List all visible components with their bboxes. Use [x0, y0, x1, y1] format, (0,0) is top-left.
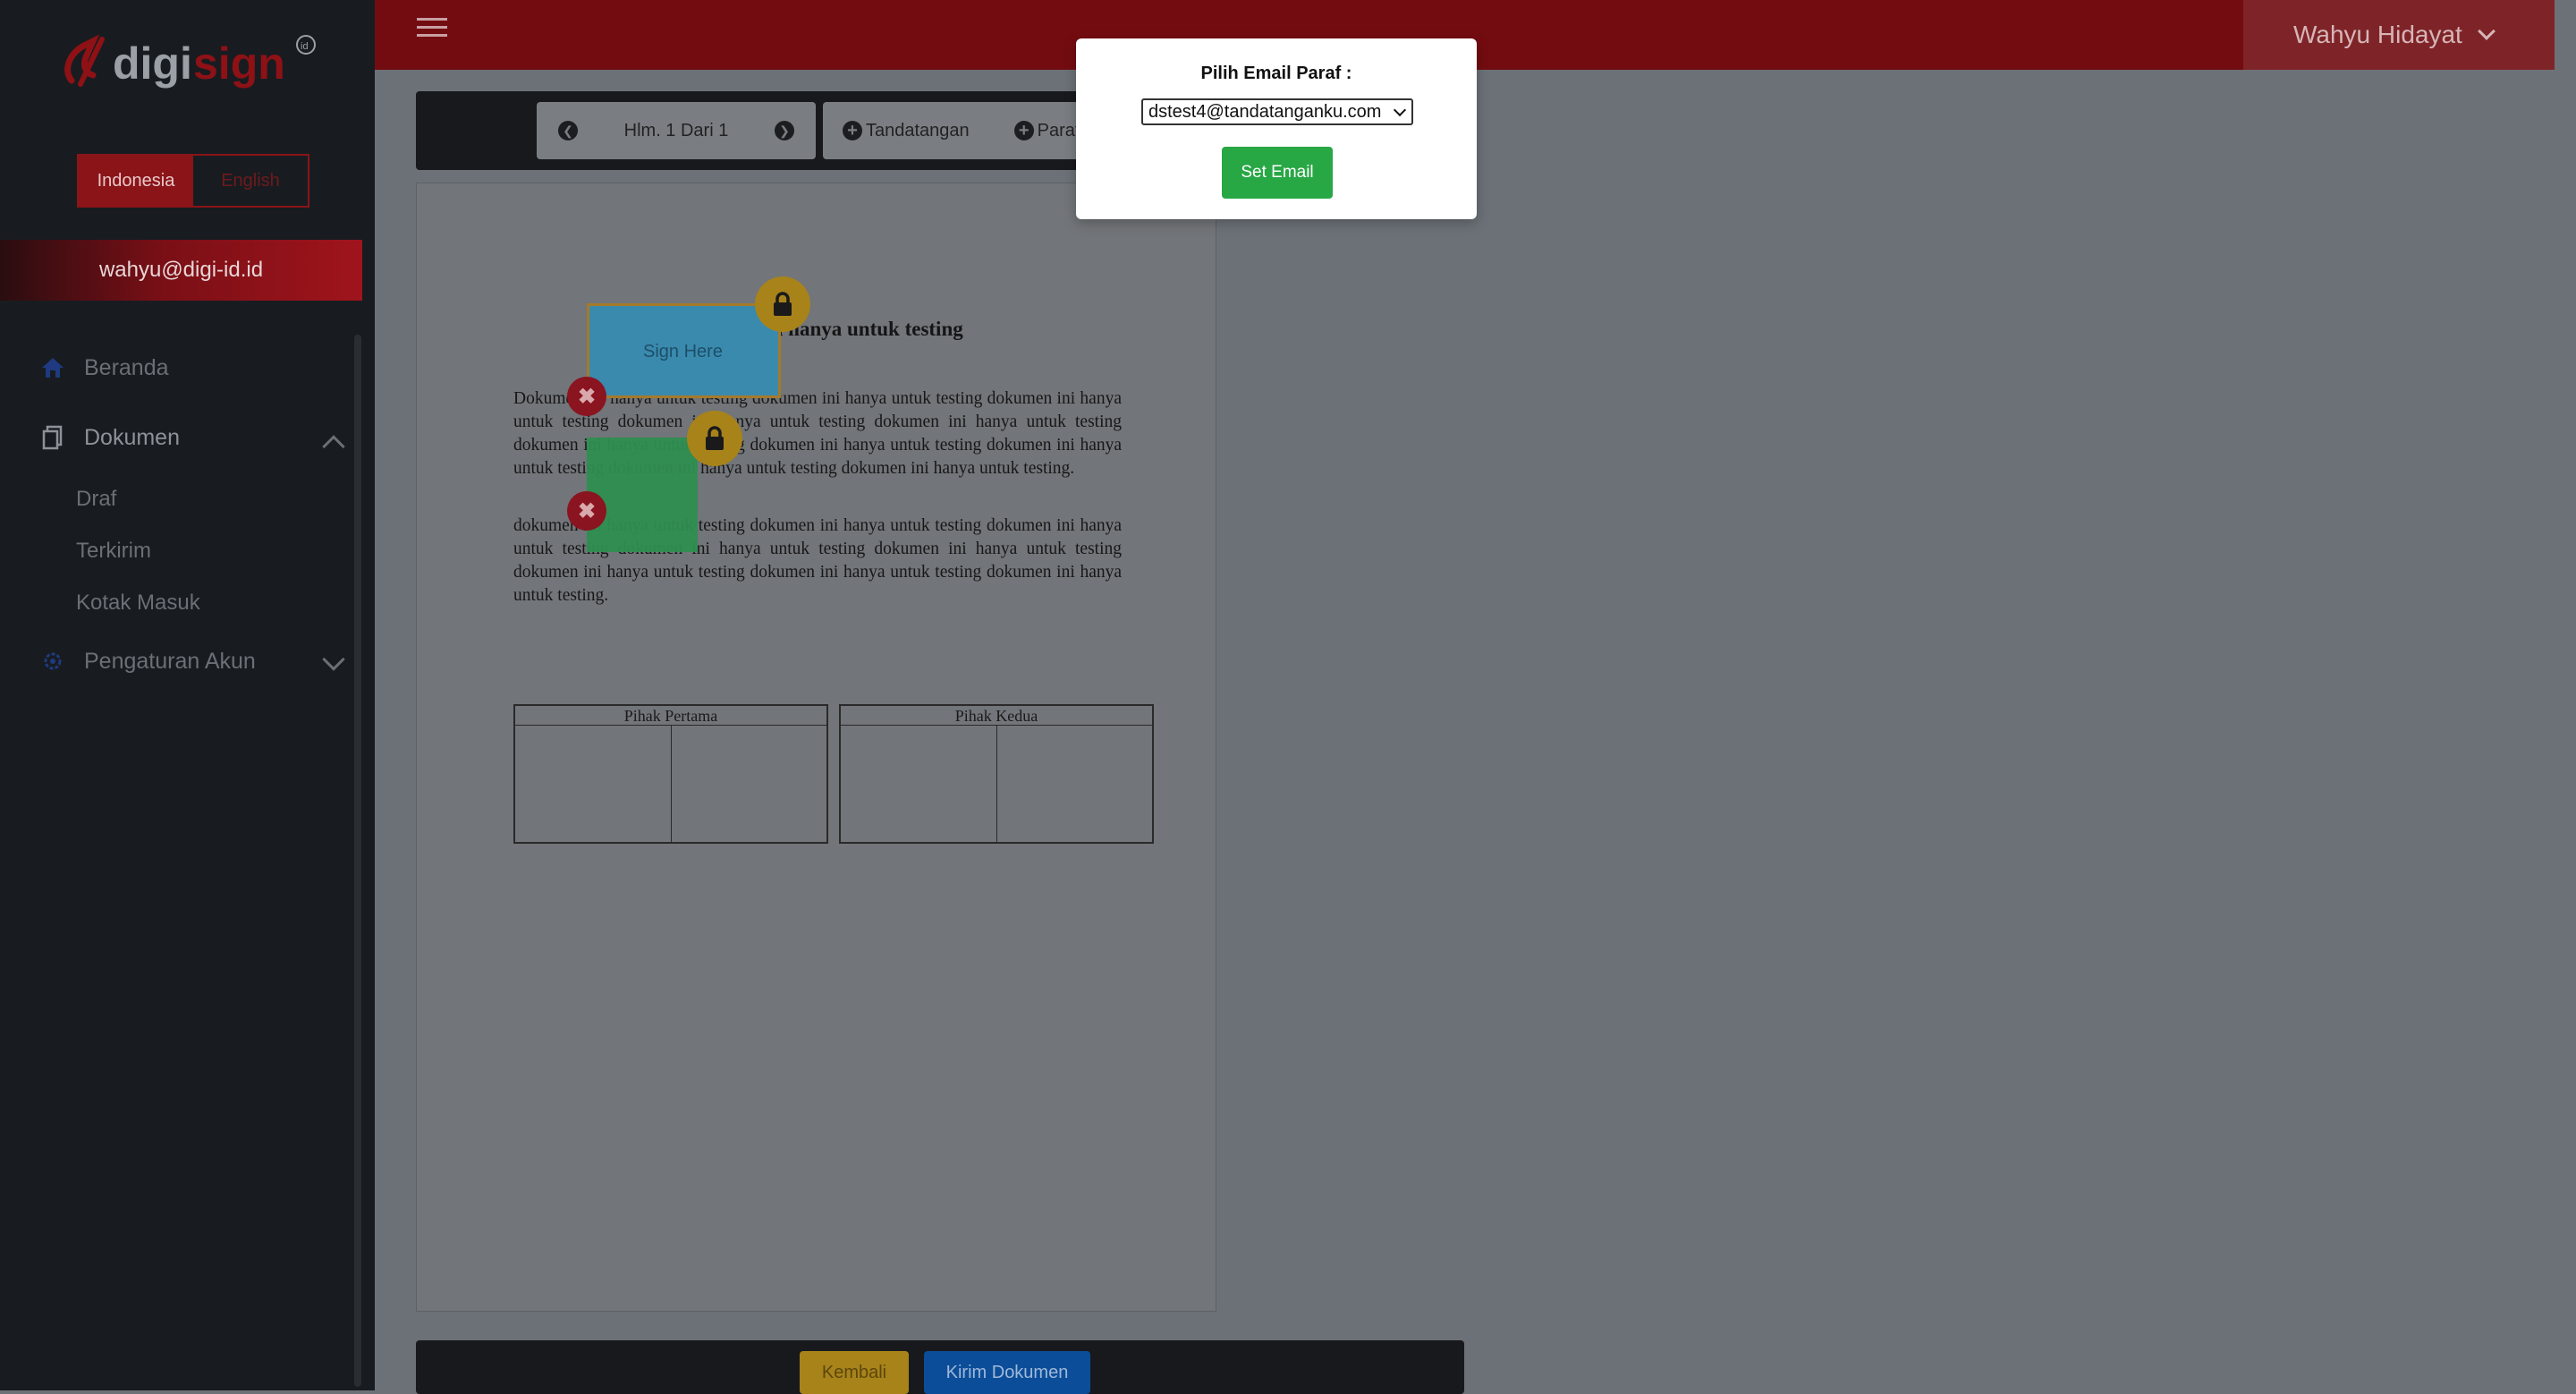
sidebar-item-documents[interactable]: Dokumen: [39, 424, 180, 451]
user-email-badge: wahyu@digi-id.id: [0, 240, 362, 301]
chevron-down-icon: [2477, 22, 2496, 40]
annotation-actions: + Tandatangan + Paraf: [823, 102, 1091, 159]
plus-icon: +: [1013, 121, 1034, 140]
signature-table-second-party: Pihak Kedua: [839, 704, 1154, 844]
sidebar-subitem-sent[interactable]: Terkirim: [76, 539, 151, 564]
sidebar-scrollbar[interactable]: [354, 335, 361, 1387]
paraf-email-modal: Pilih Email Paraf : dstest4@tandatangank…: [1076, 38, 1477, 219]
paraf-email-select[interactable]: dstest4@tandatanganku.com: [1141, 98, 1413, 125]
hamburger-menu-icon[interactable]: [417, 18, 447, 39]
signature-field[interactable]: Sign Here: [587, 303, 781, 398]
gear-icon: [39, 648, 66, 675]
remove-field-icon[interactable]: ✖: [567, 491, 606, 531]
party-label: Pihak Pertama: [515, 706, 826, 726]
chevron-down-icon: [1393, 103, 1407, 117]
document-title: Dokumen ini hanya untuk testing: [669, 318, 963, 340]
sidebar-item-label: Pengaturan Akun: [84, 648, 256, 674]
remove-field-icon[interactable]: ✖: [567, 377, 606, 416]
sidebar: digi sign id Indonesia English wahyu@dig…: [0, 0, 375, 1390]
document-page: Dokumen ini hanya untuk testing Dokumen …: [416, 183, 1216, 1312]
sidebar-item-label: Beranda: [84, 354, 169, 380]
sidebar-item-label: Dokumen: [84, 424, 180, 450]
sidebar-item-account-settings[interactable]: Pengaturan Akun: [39, 648, 256, 675]
signature-table-first-party: Pihak Pertama: [513, 704, 828, 844]
add-signature-label: Tandatangan: [866, 120, 970, 140]
back-button[interactable]: Kembali: [800, 1351, 909, 1394]
lang-english-button[interactable]: English: [193, 156, 308, 206]
selected-email: dstest4@tandatanganku.com: [1148, 101, 1382, 122]
lock-icon[interactable]: [755, 276, 810, 332]
chevron-down-icon[interactable]: [322, 648, 345, 671]
modal-label: Pilih Email Paraf :: [1200, 64, 1352, 83]
prev-page-icon[interactable]: ❮: [558, 121, 578, 140]
svg-text:id: id: [301, 41, 309, 52]
page-indicator: Hlm. 1 Dari 1: [623, 120, 729, 140]
sidebar-subitem-inbox[interactable]: Kotak Masuk: [76, 591, 200, 616]
user-menu[interactable]: Wahyu Hidayat: [2243, 0, 2555, 70]
send-document-button[interactable]: Kirim Dokumen: [924, 1351, 1090, 1394]
party-label: Pihak Kedua: [841, 706, 1152, 726]
language-switch: Indonesia English: [77, 154, 309, 208]
sidebar-subitem-draft[interactable]: Draf: [76, 487, 116, 512]
home-icon: [39, 354, 66, 381]
add-paraf-label: Paraf: [1037, 120, 1080, 140]
digisign-logo[interactable]: digi sign id: [59, 27, 327, 98]
svg-text:sign: sign: [193, 38, 285, 89]
document-icon: [39, 424, 66, 451]
next-page-icon[interactable]: ❯: [775, 121, 794, 140]
lock-icon[interactable]: [687, 411, 742, 466]
chevron-up-icon[interactable]: [322, 435, 345, 458]
add-paraf-button[interactable]: + Paraf: [1013, 120, 1080, 141]
sidebar-item-home[interactable]: Beranda: [39, 354, 169, 381]
user-name: Wahyu Hidayat: [2293, 21, 2462, 48]
paraf-field[interactable]: [587, 438, 698, 552]
svg-text:digi: digi: [113, 38, 192, 89]
lang-indonesia-button[interactable]: Indonesia: [79, 156, 193, 206]
set-email-button[interactable]: Set Email: [1222, 147, 1333, 199]
plus-icon: +: [843, 121, 862, 140]
page-navigation: ❮ Hlm. 1 Dari 1 ❯: [537, 102, 816, 159]
add-signature-button[interactable]: + Tandatangan: [843, 121, 970, 141]
sign-here-text: Sign Here: [643, 342, 723, 361]
